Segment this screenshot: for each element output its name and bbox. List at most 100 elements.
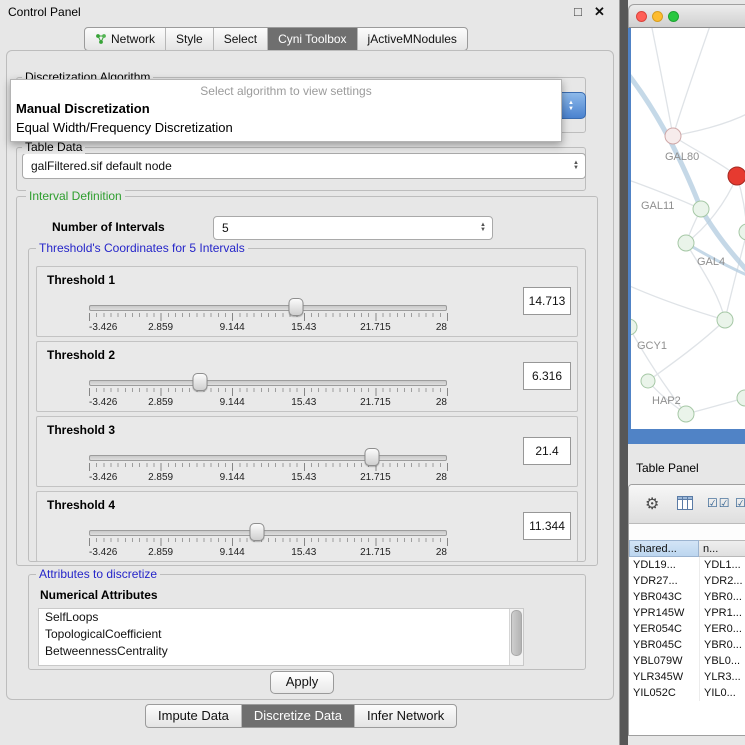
threshold-value-field[interactable]: 11.344 xyxy=(523,512,571,540)
network-node[interactable] xyxy=(678,406,694,422)
network-view-frame: GAL80 GAL11 GAL4 GCY1 HAP2 xyxy=(628,28,745,444)
threshold-value-field[interactable]: 6.316 xyxy=(523,362,571,390)
close-traffic-light[interactable] xyxy=(636,11,647,22)
close-icon[interactable]: ✕ xyxy=(594,4,605,20)
minimize-traffic-light[interactable] xyxy=(652,11,663,22)
network-node[interactable] xyxy=(665,128,681,144)
network-node[interactable] xyxy=(739,224,745,240)
scale-label: 2.859 xyxy=(148,397,173,408)
select-columns-icon[interactable]: ☑☑ xyxy=(707,496,731,510)
combo-spinner-icon: ▲ ▼ xyxy=(573,161,585,171)
list-item[interactable]: TopologicalCoefficient xyxy=(39,626,523,643)
threshold-value-field[interactable]: 14.713 xyxy=(523,287,571,315)
table-panel-window: ⚙ ☑☑ ☑ shared... n... YDL19...YDL1... YD… xyxy=(628,484,745,736)
table-data-group-label: Table Data xyxy=(22,140,85,154)
zoom-traffic-light[interactable] xyxy=(668,11,679,22)
network-node[interactable] xyxy=(717,312,733,328)
tab-style[interactable]: Style xyxy=(166,28,214,50)
scale-label: 9.144 xyxy=(220,547,245,558)
slider-thumb[interactable] xyxy=(192,373,207,391)
scale-label: 9.144 xyxy=(220,397,245,408)
table-data-combo[interactable]: galFiltered.sif default node ▲ ▼ xyxy=(22,153,586,179)
scale-label: 15.43 xyxy=(291,547,316,558)
scrollbar-thumb[interactable] xyxy=(511,610,522,656)
spinner-down-icon: ▼ xyxy=(568,106,574,112)
list-scrollbar[interactable] xyxy=(509,609,523,665)
threshold-1-slider[interactable]: -3.426 2.859 9.144 15.43 21.715 28 xyxy=(89,297,447,335)
network-node[interactable] xyxy=(641,374,655,388)
slider-ticks xyxy=(89,313,448,321)
scale-label: 21.715 xyxy=(360,322,391,333)
threshold-value-field[interactable]: 21.4 xyxy=(523,437,571,465)
network-window-titlebar[interactable] xyxy=(628,4,745,28)
scale-label: -3.426 xyxy=(89,547,117,558)
node-label: HAP2 xyxy=(652,395,681,407)
scale-label: 15.43 xyxy=(291,472,316,483)
threshold-4-slider[interactable]: -3.426 2.859 9.144 15.43 21.715 28 xyxy=(89,522,447,560)
network-node[interactable] xyxy=(678,235,694,251)
tab-discretize-data[interactable]: Discretize Data xyxy=(242,705,355,727)
column-header-shared-name[interactable]: shared... xyxy=(629,540,699,557)
table-row[interactable]: YIL052CYIL0... xyxy=(629,685,745,701)
scale-label: -3.426 xyxy=(89,322,117,333)
slider-thumb[interactable] xyxy=(364,448,379,466)
scale-label: 28 xyxy=(436,547,447,558)
tab-impute-data[interactable]: Impute Data xyxy=(146,705,242,727)
table-row[interactable]: YLR345WYLR3... xyxy=(629,669,745,685)
option-equal-width-frequency[interactable]: Equal Width/Frequency Discretization xyxy=(11,118,561,137)
columns-icon[interactable] xyxy=(677,496,693,510)
interval-definition-label: Interval Definition xyxy=(26,189,125,203)
threshold-1-panel: Threshold 1 -3.426 2.859 9.144 15.43 21.… xyxy=(36,266,578,337)
tab-network[interactable]: Network xyxy=(85,28,166,50)
threshold-2-slider[interactable]: -3.426 2.859 9.144 15.43 21.715 28 xyxy=(89,372,447,410)
checkbox-icon: ☑ xyxy=(719,496,731,510)
network-canvas[interactable]: GAL80 GAL11 GAL4 GCY1 HAP2 xyxy=(631,28,745,429)
list-item[interactable]: BetweennessCentrality xyxy=(39,643,523,660)
select-rows-icon[interactable]: ☑ xyxy=(735,496,745,510)
network-node[interactable] xyxy=(693,201,709,217)
num-intervals-combo[interactable]: 5 ▲ ▼ xyxy=(213,216,493,240)
table-row[interactable]: YER054CYER0... xyxy=(629,621,745,637)
table-row[interactable]: YPR145WYPR1... xyxy=(629,605,745,621)
scale-label: 9.144 xyxy=(220,322,245,333)
spinner-down-icon: ▼ xyxy=(480,228,486,233)
bottom-tabbar: Impute Data Discretize Data Infer Networ… xyxy=(145,704,457,728)
option-manual-discretization[interactable]: Manual Discretization xyxy=(11,99,561,118)
slider-thumb[interactable] xyxy=(288,298,303,316)
tab-select[interactable]: Select xyxy=(214,28,268,50)
list-item[interactable]: SelfLoops xyxy=(39,609,523,626)
node-label: GAL80 xyxy=(665,151,699,163)
slider-track[interactable] xyxy=(89,305,447,311)
table-row[interactable]: YBR045CYBR0... xyxy=(629,637,745,653)
tab-style-label: Style xyxy=(176,28,203,50)
network-node[interactable] xyxy=(737,390,745,406)
combo-spinner-icon: ▲ ▼ xyxy=(480,223,492,233)
attributes-group-label: Attributes to discretize xyxy=(36,567,160,581)
tab-infer-network[interactable]: Infer Network xyxy=(355,705,456,727)
slider-track[interactable] xyxy=(89,455,447,461)
float-window-icon[interactable]: □ xyxy=(574,4,582,19)
scale-label: 15.43 xyxy=(291,322,316,333)
slider-thumb[interactable] xyxy=(250,523,265,541)
gear-icon[interactable]: ⚙ xyxy=(645,494,659,514)
threshold-4-panel: Threshold 4 -3.426 2.859 9.144 15.43 21.… xyxy=(36,491,578,562)
threshold-3-slider[interactable]: -3.426 2.859 9.144 15.43 21.715 28 xyxy=(89,447,447,485)
table-body: YDL19...YDL1... YDR27...YDR2... YBR043CY… xyxy=(629,557,745,701)
slider-track[interactable] xyxy=(89,380,447,386)
network-node[interactable] xyxy=(631,319,637,335)
tab-cyni-toolbox[interactable]: Cyni Toolbox xyxy=(268,28,357,50)
top-tabbar: Network Style Select Cyni Toolbox jActiv… xyxy=(84,27,468,51)
tab-jactivemnodules[interactable]: jActiveMNodules xyxy=(358,28,467,50)
table-toolbar: ⚙ ☑☑ ☑ xyxy=(629,485,745,524)
column-header-name[interactable]: n... xyxy=(699,540,745,557)
slider-ticks xyxy=(89,463,448,471)
panel-divider[interactable] xyxy=(620,0,628,745)
table-row[interactable]: YBR043CYBR0... xyxy=(629,589,745,605)
scale-label: 28 xyxy=(436,322,447,333)
table-row[interactable]: YDR27...YDR2... xyxy=(629,573,745,589)
slider-track[interactable] xyxy=(89,530,447,536)
apply-button[interactable]: Apply xyxy=(270,671,334,694)
table-row[interactable]: YDL19...YDL1... xyxy=(629,557,745,573)
table-row[interactable]: YBL079WYBL0... xyxy=(629,653,745,669)
network-node-red[interactable] xyxy=(728,167,745,185)
